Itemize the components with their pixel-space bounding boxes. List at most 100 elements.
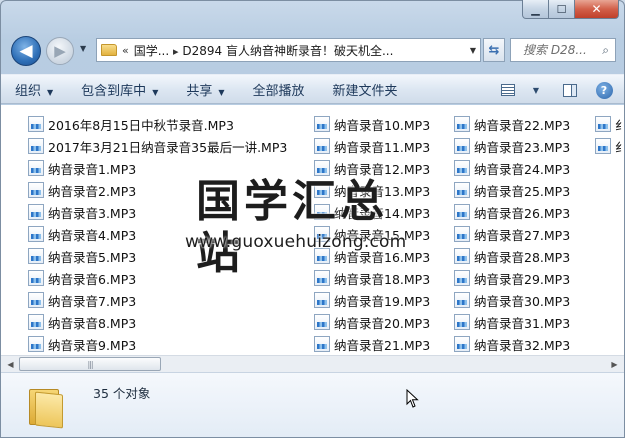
folder-icon xyxy=(29,385,65,429)
new-folder-button[interactable]: 新建文件夹 xyxy=(319,80,412,99)
breadcrumb-item-current[interactable]: D2894 盲人纳音神断录音！破天机全... xyxy=(182,44,393,58)
breadcrumb-separator[interactable]: ▸ xyxy=(173,45,179,58)
recent-pages-dropdown[interactable]: ▼ xyxy=(80,44,86,53)
scrollbar-thumb[interactable]: ||| xyxy=(19,357,161,371)
file-name: 纳音录音7.MP3 xyxy=(48,293,137,309)
search-icon: ⌕ xyxy=(602,42,609,57)
file-item[interactable]: 纳音录音32.MP3 xyxy=(454,333,570,355)
mouse-cursor-icon xyxy=(406,389,419,408)
file-item[interactable]: 纳音录音11.MP3 xyxy=(314,135,430,157)
file-item[interactable]: 纳音录音18.MP3 xyxy=(314,267,430,289)
file-item[interactable]: 纳音录音21.MP3 xyxy=(314,333,430,355)
file-item[interactable]: 纳音录音7.MP3 xyxy=(28,289,287,311)
file-name: 纳音录音1.MP3 xyxy=(48,161,137,177)
file-name: 纳音录音27.MP3 xyxy=(474,227,571,243)
audio-file-icon xyxy=(454,336,470,352)
file-name: 纳音录音6.MP3 xyxy=(48,271,137,287)
file-item[interactable]: 纳音录音26.MP3 xyxy=(454,201,570,223)
chevron-down-icon: ▼ xyxy=(218,87,225,97)
file-item[interactable]: 纳音录音6.MP3 xyxy=(28,267,287,289)
help-icon: ? xyxy=(595,81,613,99)
file-name: 纳音录音31.MP3 xyxy=(474,315,571,331)
file-name: 纳音录音9.MP3 xyxy=(48,337,137,353)
file-name: 纳音录音26.MP3 xyxy=(474,205,571,221)
file-item[interactable]: 纳音录音25.MP3 xyxy=(454,179,570,201)
view-dropdown[interactable]: ▼ xyxy=(522,79,550,101)
audio-file-icon xyxy=(28,226,44,242)
watermark-title: 国学汇总站 xyxy=(196,176,388,279)
audio-file-icon xyxy=(314,160,330,176)
address-dropdown[interactable]: ▼ xyxy=(466,46,480,55)
file-name: 纳音录音21.MP3 xyxy=(334,337,431,353)
file-name: 纳音录音25.MP3 xyxy=(474,183,571,199)
file-item[interactable]: 纳音录音20.MP3 xyxy=(314,311,430,333)
organize-button[interactable]: 组织 ▼ xyxy=(1,80,67,99)
view-list-icon xyxy=(501,84,515,96)
horizontal-scrollbar[interactable]: ◀ ||| ▶ xyxy=(1,355,624,372)
file-item[interactable]: 纳音录音22.MP3 xyxy=(454,113,570,135)
preview-pane-button[interactable] xyxy=(556,79,584,101)
audio-file-icon xyxy=(28,270,44,286)
include-in-library-button[interactable]: 包含到库中 ▼ xyxy=(67,80,172,99)
file-item[interactable]: 纟 xyxy=(595,113,624,135)
audio-file-icon xyxy=(454,314,470,330)
file-name: 纳音录音5.MP3 xyxy=(48,249,137,265)
search-box[interactable]: ⌕ xyxy=(510,38,616,62)
audio-file-icon xyxy=(314,314,330,330)
close-button[interactable]: ✕ xyxy=(575,0,619,19)
file-item[interactable]: 2017年3月21日纳音录音35最后一讲.MP3 xyxy=(28,135,287,157)
audio-file-icon xyxy=(454,182,470,198)
forward-arrow-icon: ▶ xyxy=(54,42,66,60)
maximize-button[interactable]: ☐ xyxy=(549,0,575,19)
file-name: 纳音录音28.MP3 xyxy=(474,249,571,265)
audio-file-icon xyxy=(28,336,44,352)
file-item[interactable]: 纳音录音10.MP3 xyxy=(314,113,430,135)
play-all-button[interactable]: 全部播放 xyxy=(239,80,319,99)
change-view-button[interactable] xyxy=(494,79,522,101)
scroll-right-button[interactable]: ▶ xyxy=(606,356,623,372)
minimize-button[interactable]: ▁ xyxy=(522,0,549,19)
file-column: 纟纟 xyxy=(595,113,624,157)
back-button[interactable]: ◀ xyxy=(11,36,41,66)
folder-icon xyxy=(101,44,117,56)
file-item[interactable]: 2016年8月15日中秋节录音.MP3 xyxy=(28,113,287,135)
share-button[interactable]: 共享 ▼ xyxy=(172,80,238,99)
file-name: 纳音录音12.MP3 xyxy=(334,161,431,177)
file-item[interactable]: 纳音录音24.MP3 xyxy=(454,157,570,179)
file-item[interactable]: 纳音录音30.MP3 xyxy=(454,289,570,311)
details-pane: 35 个对象 xyxy=(1,372,624,437)
file-name: 纳音录音23.MP3 xyxy=(474,139,571,155)
chevron-down-icon: ▼ xyxy=(152,87,159,97)
file-item[interactable]: 纳音录音29.MP3 xyxy=(454,267,570,289)
item-count: 35 个对象 xyxy=(93,386,151,401)
audio-file-icon xyxy=(454,116,470,132)
file-item[interactable]: 纳音录音28.MP3 xyxy=(454,245,570,267)
audio-file-icon xyxy=(314,336,330,352)
help-button[interactable]: ? xyxy=(590,79,618,101)
file-item[interactable]: 纳音录音31.MP3 xyxy=(454,311,570,333)
chevron-down-icon: ▼ xyxy=(532,85,540,95)
file-item[interactable]: 纳音录音27.MP3 xyxy=(454,223,570,245)
file-item[interactable]: 纟 xyxy=(595,135,624,157)
file-item[interactable]: 纳音录音23.MP3 xyxy=(454,135,570,157)
file-item[interactable]: 纳音录音19.MP3 xyxy=(314,289,430,311)
caption-buttons: ▁ ☐ ✕ xyxy=(522,0,619,20)
audio-file-icon xyxy=(314,116,330,132)
refresh-button[interactable]: ⇆ xyxy=(483,38,505,62)
file-name: 纳音录音4.MP3 xyxy=(48,227,137,243)
file-name: 纳音录音20.MP3 xyxy=(334,315,431,331)
file-item[interactable]: 纳音录音9.MP3 xyxy=(28,333,287,355)
search-input[interactable] xyxy=(523,43,591,57)
file-name: 纳音录音32.MP3 xyxy=(474,337,571,353)
audio-file-icon xyxy=(28,116,44,132)
file-name: 纳音录音2.MP3 xyxy=(48,183,137,199)
breadcrumb-overflow[interactable]: « xyxy=(122,44,129,57)
address-bar[interactable]: « 国学... ▸ D2894 盲人纳音神断录音！破天机全... ▼ xyxy=(96,38,481,62)
command-bar: 组织 ▼ 包含到库中 ▼ 共享 ▼ 全部播放 新建文件夹 ▼ ? xyxy=(1,74,624,104)
file-item[interactable]: 纳音录音8.MP3 xyxy=(28,311,287,333)
audio-file-icon xyxy=(454,226,470,242)
breadcrumb-item-parent[interactable]: 国学... xyxy=(134,44,169,58)
file-column: 纳音录音22.MP3 纳音录音23.MP3 纳音录音24.MP3 纳音录音25.MP3… xyxy=(454,113,570,355)
scroll-left-button[interactable]: ◀ xyxy=(2,356,19,372)
forward-button[interactable]: ▶ xyxy=(46,37,74,65)
